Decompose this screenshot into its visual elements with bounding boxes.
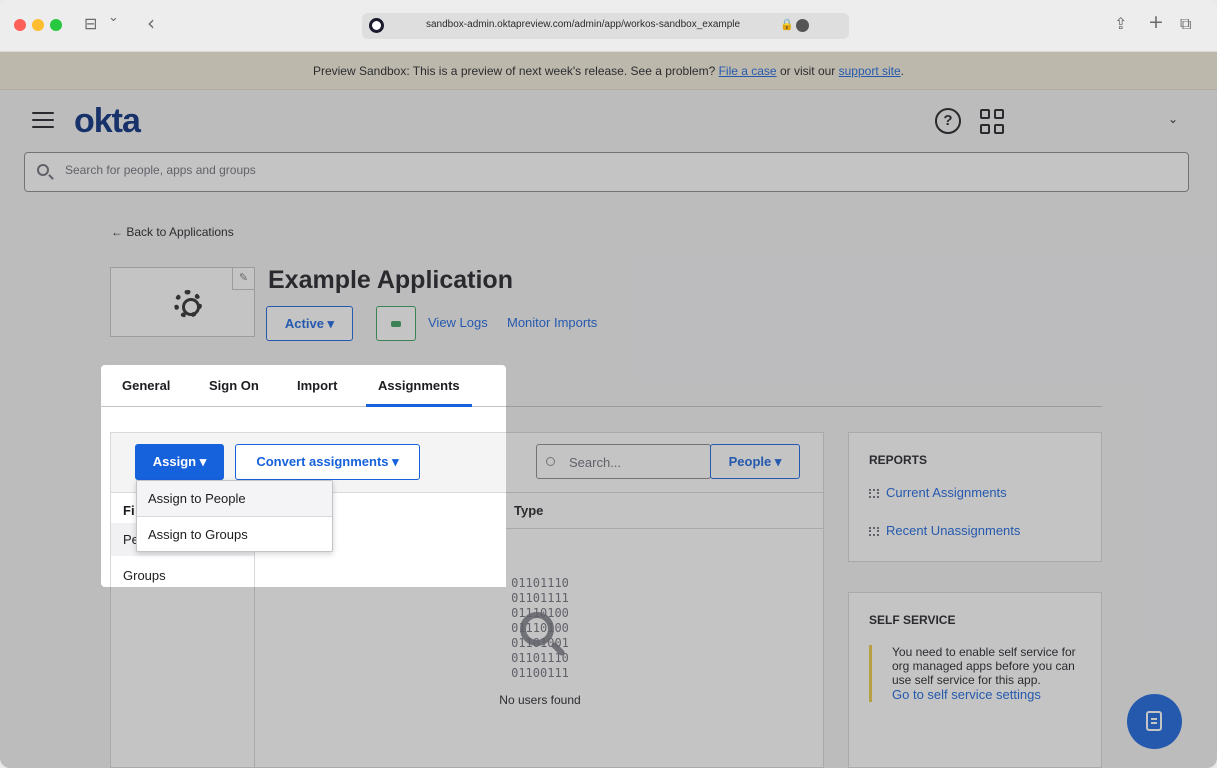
browser-toolbar: ⊟ ⌄ ‹ sandbox-admin.oktapreview.com/admi… [0, 0, 1217, 52]
filters-header: Fi [123, 503, 135, 518]
tab-general[interactable]: General [122, 378, 170, 393]
address-bar-url[interactable]: sandbox-admin.oktapreview.com/admin/app/… [426, 19, 740, 30]
assign-dropdown-button[interactable]: Assign ▾ [135, 444, 224, 480]
tab-sign-on[interactable]: Sign On [209, 378, 259, 393]
assign-dropdown-menu: Assign to People Assign to Groups [136, 480, 333, 552]
tab-import[interactable]: Import [297, 378, 337, 393]
lock-icon: 🔒 [780, 19, 794, 31]
sidebar-chevron-icon[interactable]: ⌄ [108, 10, 119, 25]
close-window-button[interactable] [14, 19, 26, 31]
convert-assignments-button[interactable]: Convert assignments ▾ [235, 444, 420, 480]
extension-icon[interactable] [796, 19, 809, 32]
address-bar[interactable]: sandbox-admin.oktapreview.com/admin/app/… [362, 13, 849, 39]
back-nav-icon[interactable]: ‹ [147, 11, 155, 35]
assign-to-groups-item[interactable]: Assign to Groups [137, 517, 332, 553]
zoom-window-button[interactable] [50, 19, 62, 31]
tab-assignments[interactable]: Assignments [366, 378, 472, 407]
tab-overview-icon[interactable]: ⧉ [1180, 14, 1191, 34]
sidebar-toggle-icon[interactable]: ⊟ [84, 14, 97, 33]
browser-window: ⊟ ⌄ ‹ sandbox-admin.oktapreview.com/admi… [0, 0, 1217, 768]
new-tab-icon[interactable]: + [1148, 11, 1164, 33]
share-icon[interactable]: ⇪ [1114, 14, 1127, 33]
assign-to-people-item[interactable]: Assign to People [137, 481, 332, 517]
minimize-window-button[interactable] [32, 19, 44, 31]
filter-groups[interactable]: Groups [123, 568, 166, 583]
site-favicon-icon [369, 18, 384, 33]
